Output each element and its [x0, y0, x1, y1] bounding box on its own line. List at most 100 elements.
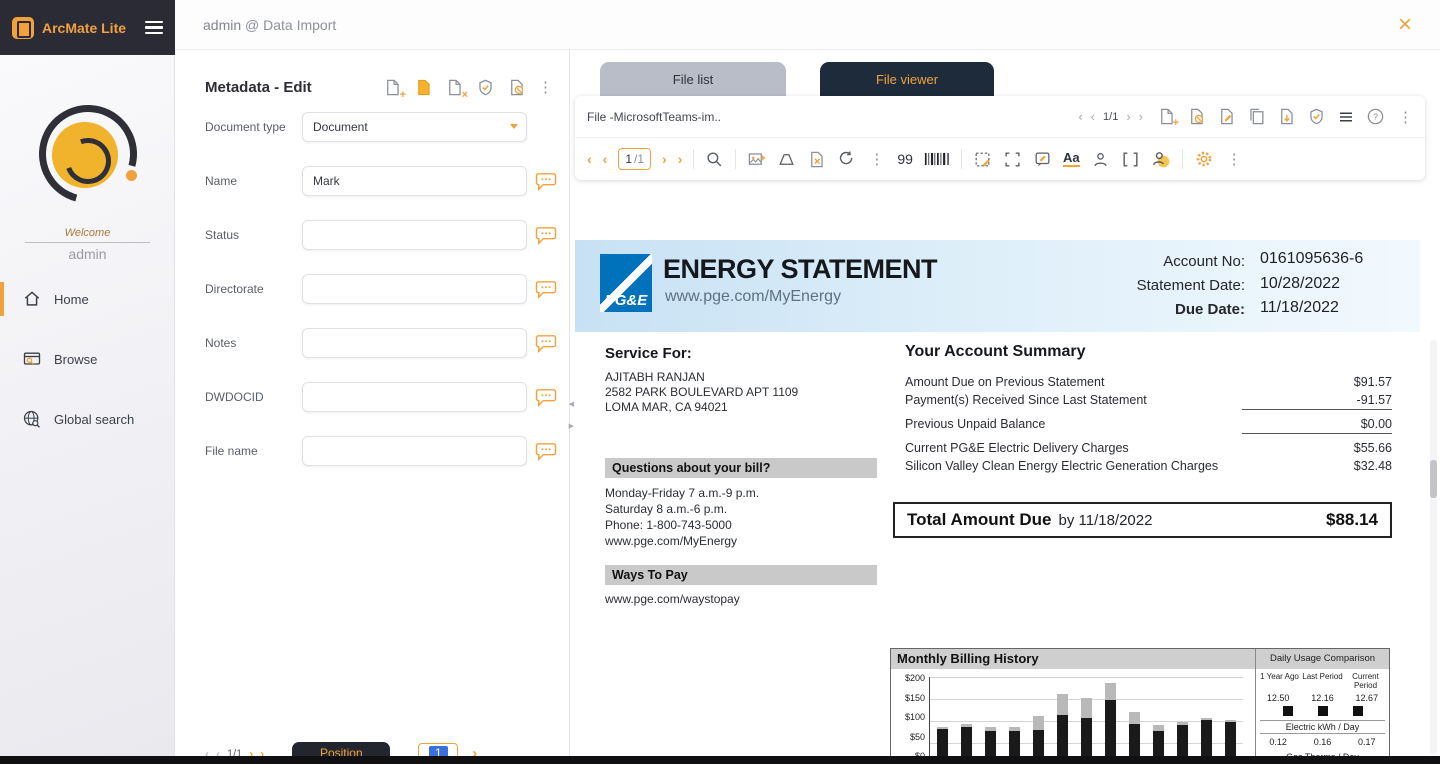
document-scrollbar[interactable]: [1430, 340, 1437, 754]
help-icon[interactable]: ?: [1366, 107, 1385, 126]
comment-bubble-icon[interactable]: [535, 226, 557, 245]
statement-header-values: 0161095636-6 10/28/2022 11/18/2022: [1260, 247, 1410, 321]
redact-person-icon[interactable]: [1091, 150, 1110, 169]
du-col-3: Current Period: [1344, 672, 1387, 690]
document-viewport[interactable]: PG&E ENERGY STATEMENT www.pge.com/MyEner…: [570, 190, 1440, 764]
comment-bubble-icon[interactable]: [535, 280, 557, 299]
field-file-name: File name: [205, 436, 569, 466]
chart-bar: [1170, 677, 1194, 764]
chevron-down-icon: [510, 124, 518, 129]
statement-title: ENERGY STATEMENT: [663, 254, 937, 285]
sidebar-item-browse[interactable]: Browse: [0, 340, 175, 378]
sidebar-item-home[interactable]: Home: [0, 280, 175, 318]
status-input[interactable]: [302, 220, 527, 250]
copy-file-icon[interactable]: [1247, 107, 1266, 126]
statement-website: www.pge.com/MyEnergy: [665, 288, 841, 306]
comment-bubble-icon[interactable]: [535, 388, 557, 407]
delete-page-icon[interactable]: [807, 150, 826, 169]
sidebar-item-label: Global search: [54, 412, 134, 427]
summary-row: Silicon Valley Clean Energy Electric Gen…: [905, 457, 1392, 475]
edit-file-icon[interactable]: [1217, 107, 1236, 126]
doc-first-page-icon[interactable]: ‹: [587, 151, 592, 167]
total-by-date: by 11/18/2022: [1058, 512, 1326, 529]
account-summary: Your Account Summary Amount Due on Previ…: [905, 343, 1392, 475]
highlight-person-icon[interactable]: [1151, 149, 1171, 169]
first-file-icon[interactable]: ‹: [1078, 109, 1082, 124]
questions-line: Phone: 1-800-743-5000: [605, 517, 759, 533]
focus-brackets-icon[interactable]: [1121, 150, 1140, 169]
document-type-select[interactable]: Document: [302, 112, 527, 142]
tab-file-viewer[interactable]: File viewer: [820, 62, 994, 96]
viewer-more-menu[interactable]: ⋮: [1396, 108, 1415, 126]
hamburger-menu-icon[interactable]: [145, 21, 163, 35]
sidebar-item-label: Home: [54, 292, 89, 307]
list-menu-icon[interactable]: [1337, 108, 1355, 126]
export-file-icon[interactable]: [1277, 107, 1296, 126]
add-file-icon[interactable]: +: [1157, 107, 1176, 126]
app-window: ArcMate Lite Welcome admin Home Browse G…: [0, 0, 1440, 764]
comment-bubble-icon[interactable]: [535, 442, 557, 461]
chart-bar: [1194, 677, 1218, 764]
notes-input[interactable]: [302, 328, 527, 358]
questions-line: Monday-Friday 7 a.m.-9 p.m.: [605, 485, 759, 501]
clear-document-icon[interactable]: [505, 76, 527, 98]
settings-gear-icon[interactable]: [1194, 149, 1214, 169]
expand-right-icon[interactable]: ▶: [569, 422, 574, 430]
tab-file-list[interactable]: File list: [600, 62, 786, 96]
validate-shield-icon[interactable]: [474, 76, 496, 98]
app-brand: ArcMate Lite: [42, 20, 137, 36]
mark-area-icon[interactable]: [1003, 150, 1022, 169]
close-icon[interactable]: ×: [1398, 13, 1412, 37]
ways-to-pay-line: www.pge.com/waystopay: [605, 592, 740, 606]
viewer-toolbar: File -MicrosoftTeams-im.. ‹ ‹ 1/1 › › +: [575, 96, 1425, 180]
field-label: Notes: [205, 336, 302, 350]
annotation-note-icon[interactable]: [1033, 150, 1052, 169]
rotate-page-icon[interactable]: [837, 150, 856, 169]
insert-image-icon[interactable]: [747, 150, 766, 169]
select-region-icon[interactable]: [973, 150, 992, 169]
name-input[interactable]: [302, 166, 527, 196]
field-label: Document type: [205, 120, 302, 134]
field-status: Status: [205, 220, 569, 250]
metadata-more-menu[interactable]: ⋮: [536, 78, 555, 96]
welcome-label: Welcome: [0, 227, 175, 239]
add-document-icon[interactable]: +: [381, 76, 403, 98]
next-file-icon[interactable]: ›: [1126, 109, 1130, 124]
chart-bar: [1122, 677, 1146, 764]
prev-file-icon[interactable]: ‹: [1091, 109, 1095, 124]
directorate-input[interactable]: [302, 274, 527, 304]
doc-next-page-icon[interactable]: ›: [662, 151, 667, 167]
doc-prev-page-icon[interactable]: ‹: [603, 151, 608, 167]
save-document-icon[interactable]: [412, 76, 434, 98]
barcode-icon[interactable]: [924, 151, 950, 167]
scrollbar-thumb[interactable]: [1430, 460, 1437, 498]
chart-bar: [1074, 677, 1098, 764]
remove-document-icon[interactable]: ×: [443, 76, 465, 98]
doc-page-input[interactable]: 1 /1: [618, 148, 651, 170]
rotate-options-menu[interactable]: ⋮: [867, 150, 886, 168]
comment-bubble-icon[interactable]: [535, 334, 557, 353]
comment-bubble-icon[interactable]: [535, 172, 557, 191]
file-name-input[interactable]: [302, 436, 527, 466]
delete-file-icon[interactable]: [1187, 107, 1206, 126]
energy-statement-document: PG&E ENERGY STATEMENT www.pge.com/MyEner…: [575, 240, 1420, 764]
trim-page-icon[interactable]: [777, 150, 796, 169]
app-logo-icon: [12, 17, 34, 39]
toolbar-more-menu[interactable]: ⋮: [1225, 150, 1244, 168]
chart-bar: [1002, 677, 1026, 764]
last-file-icon[interactable]: ›: [1139, 109, 1143, 124]
collapse-left-icon[interactable]: ◀: [569, 400, 574, 408]
total-amount-due: Total Amount Due by 11/18/2022 $88.14: [893, 502, 1392, 538]
pge-logo-text: PG&E: [605, 292, 648, 312]
sidebar-item-global-search[interactable]: Global search: [0, 400, 175, 438]
dwdocid-input[interactable]: [302, 382, 527, 412]
text-annotation-icon[interactable]: Aa: [1063, 151, 1080, 167]
statement-date-label: Statement Date:: [1030, 274, 1245, 298]
shield-icon[interactable]: [1307, 107, 1326, 126]
statement-date-value: 10/28/2022: [1260, 272, 1410, 297]
doc-last-page-icon[interactable]: ›: [678, 151, 683, 167]
service-addr1: 2582 PARK BOULEVARD APT 1109: [605, 385, 798, 400]
panel-splitter[interactable]: ◀▶: [569, 400, 574, 430]
sidebar-item-label: Browse: [54, 352, 97, 367]
zoom-search-icon[interactable]: [705, 150, 724, 169]
